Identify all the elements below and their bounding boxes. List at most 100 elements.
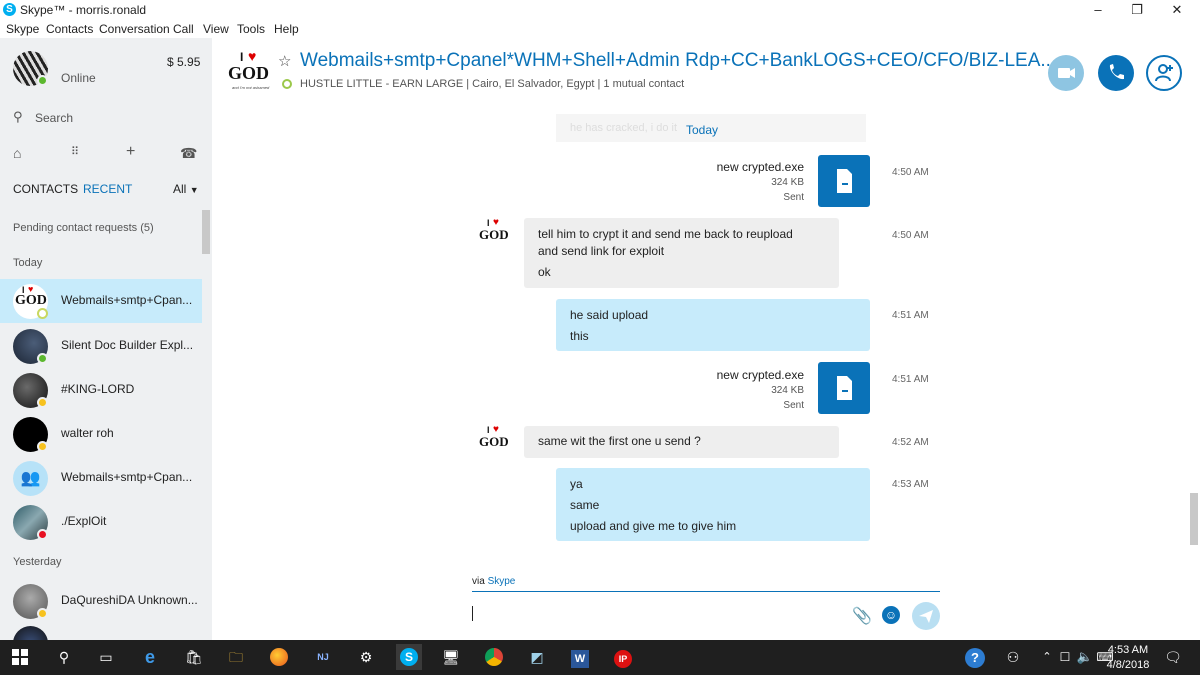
online-status-icon [37,75,48,86]
contact-name: Silent Doc Builder Expl... [61,338,194,352]
menu-tools[interactable]: Tools [237,22,265,36]
app-icon[interactable]: NJ [312,646,334,668]
people-icon[interactable]: ⚇ [1002,646,1024,668]
section-today: Today [13,257,43,269]
phone-icon [1109,64,1124,80]
title-bar: S Skype™ - morris.ronald – ❐ ✕ [0,0,1200,20]
add-people-button[interactable] [1146,55,1182,91]
file-icon[interactable] [818,155,870,207]
file-message[interactable]: new crypted.exe 324 KB Sent [672,368,804,413]
via-label: via Skype [472,576,516,587]
file-explorer-icon[interactable]: 🗀 [225,646,247,668]
settings-gear-icon[interactable]: ⚙ [355,646,377,668]
menu-view[interactable]: View [203,22,229,36]
sidebar-scrollbar[interactable] [202,210,210,254]
message-line: this [570,329,589,343]
send-icon [919,610,933,623]
firefox-icon[interactable] [268,646,290,668]
outgoing-message[interactable]: he said upload this [556,299,870,351]
skype-credit[interactable]: $ 5.95 [167,55,200,69]
profile-status[interactable]: Online [61,71,96,85]
conversation-subtitle: HUSTLE LITTLE - EARN LARGE | Cairo, El S… [300,78,685,90]
tab-recent[interactable]: RECENT [83,182,132,196]
file-message[interactable]: new crypted.exe 324 KB Sent [672,160,804,205]
contact-item[interactable]: ./ExplOit [0,500,202,544]
incoming-message[interactable]: tell him to crypt it and send me back to… [524,218,839,288]
contact-item[interactable]: I ♥ GOD Webmails+smtp+Cpan... [0,279,202,323]
taskbar-time[interactable]: 4:53 AM [1106,644,1150,656]
date-divider: Today [686,123,719,137]
skype-logo-icon: S [3,3,16,16]
search-input[interactable]: Search [35,111,73,125]
notifications-icon[interactable]: 🗨 [1162,646,1184,668]
skype-taskbar-icon[interactable]: S [396,644,422,670]
sender-avatar[interactable]: I ♥ GOD [478,217,512,252]
attachment-icon[interactable]: 📎 [852,606,872,626]
message-input[interactable] [472,596,842,632]
minimize-button[interactable]: – [1081,0,1115,20]
menu-contacts[interactable]: Contacts [46,22,93,36]
chat-scrollbar[interactable] [1190,493,1198,545]
help-icon[interactable]: ? [964,646,986,668]
section-yesterday: Yesterday [13,556,62,568]
group-icon: 👥 [13,461,48,496]
favorite-star-icon[interactable]: ☆ [278,52,291,70]
word-icon[interactable]: W [569,646,591,668]
directory-icon[interactable]: ☎ [180,145,197,162]
search-icon[interactable]: ⚲ [53,646,75,668]
menu-skype[interactable]: Skype [6,22,39,36]
app-icon[interactable]: IP [612,646,634,668]
menu-help[interactable]: Help [274,22,299,36]
contact-item[interactable]: #KING-LORD [0,368,202,412]
chat-history: he has cracked, i do it Today new crypte… [212,110,1200,572]
via-skype-link: Skype [487,576,516,587]
chrome-icon[interactable] [483,646,505,668]
conversation-header: I ♥ GOD and I'm not ashamed ☆ Webmails+s… [212,38,1200,110]
menu-bar: Skype Contacts Conversation Call View To… [0,20,1200,38]
video-call-button[interactable] [1048,55,1084,91]
home-icon[interactable]: ⌂ [13,145,21,161]
menu-call[interactable]: Call [173,22,194,36]
sender-avatar[interactable]: I ♥ GOD [478,424,512,459]
message-line: same wit the first one u send ? [538,434,701,448]
add-icon[interactable]: + [126,143,135,161]
network-icon[interactable]: ☐ [1054,646,1076,668]
contact-avatar-partial[interactable] [13,626,48,640]
contact-item[interactable]: Silent Doc Builder Expl... [0,324,202,368]
send-button[interactable] [912,602,940,630]
app-icon[interactable]: ◩ [526,646,548,668]
contact-item[interactable]: DaQureshiDA Unknown... [0,579,202,623]
maximize-button[interactable]: ❐ [1120,0,1154,20]
menu-conversation[interactable]: Conversation [99,22,170,36]
dialpad-icon[interactable]: ⠿ [71,145,79,158]
contact-item[interactable]: walter roh [0,412,202,456]
filter-label: All [173,182,187,196]
pending-requests[interactable]: Pending contact requests (5) [13,222,154,234]
away-status-icon [37,441,48,452]
emoticon-icon[interactable]: ☺ [882,606,900,624]
file-icon[interactable] [818,362,870,414]
task-view-icon[interactable]: ▭ [95,646,117,668]
taskbar-date[interactable]: 4/8/2018 [1106,659,1150,671]
windows-start-icon[interactable] [9,646,31,668]
contact-name: Webmails+smtp+Cpan... [61,293,193,307]
edge-icon[interactable]: e [139,646,161,668]
message-time: 4:50 AM [892,230,929,241]
message-time: 4:51 AM [892,310,929,321]
outgoing-message[interactable]: ya same upload and give me to give him [556,468,870,541]
store-icon[interactable]: 🛍 [183,646,205,668]
online-status-icon [37,353,48,364]
audio-call-button[interactable] [1098,55,1134,91]
incoming-message[interactable]: same wit the first one u send ? [524,426,839,458]
faded-message-text: he has cracked, i do it [570,122,678,134]
tab-contacts[interactable]: CONTACTS [13,182,78,196]
close-button[interactable]: ✕ [1160,0,1194,20]
contact-item[interactable]: 👥 Webmails+smtp+Cpan... [0,456,202,500]
conversation-title[interactable]: Webmails+smtp+Cpanel*WHM+Shell+Admin Rdp… [300,50,1056,72]
remote-desktop-icon[interactable]: 🖥 [440,646,462,668]
volume-icon[interactable]: 🔈 [1074,646,1096,668]
contact-name: ./ExplOit [61,514,107,528]
compose-area: via Skype 📎 ☺ [212,572,1200,640]
filter-dropdown[interactable]: All ▼ [173,182,199,196]
conversation-avatar[interactable]: I ♥ GOD and I'm not ashamed [226,48,272,96]
